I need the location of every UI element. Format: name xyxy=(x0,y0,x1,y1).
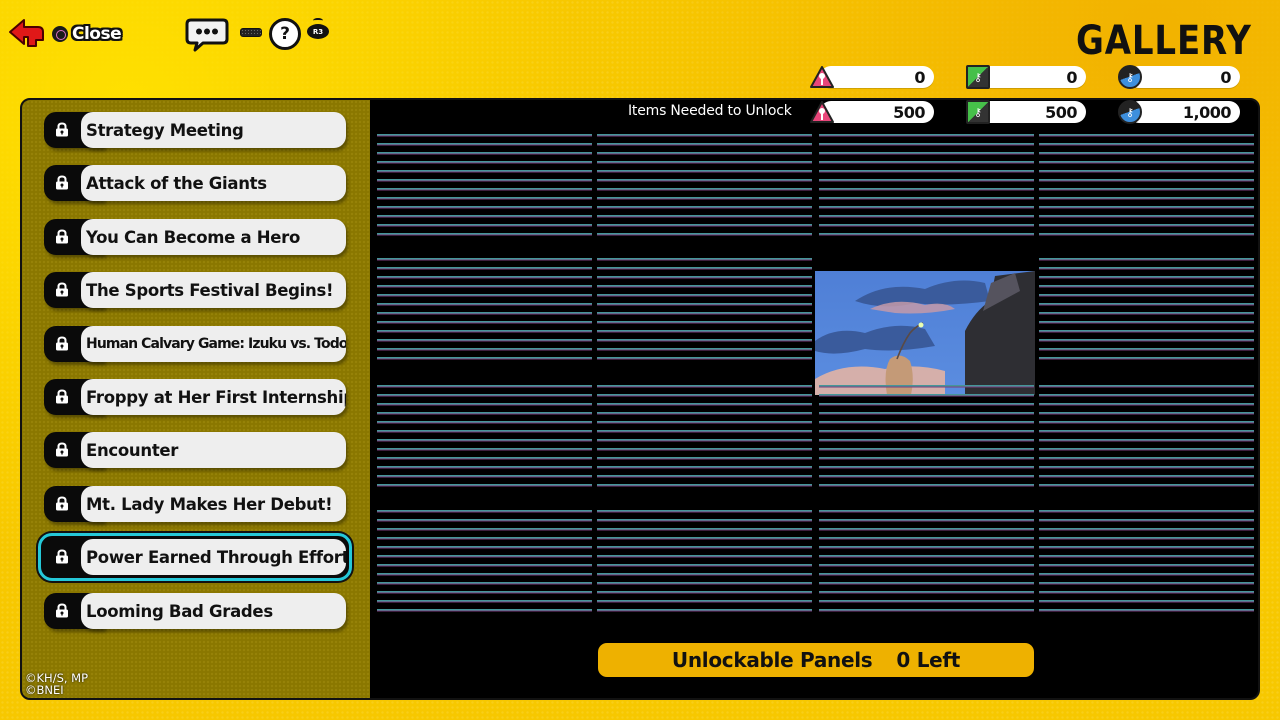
scene-label: Human Calvary Game: Izuku vs. Todoroki xyxy=(81,326,346,362)
scene-item[interactable]: Attack of the Giants xyxy=(44,165,346,201)
scene-item[interactable]: Froppy at Her First Internship xyxy=(44,379,346,415)
scene-list: Strategy Meeting Attack of the Giants You … xyxy=(22,100,370,698)
gallery-panel-locked[interactable] xyxy=(377,130,592,240)
owned-circle-value: 0 xyxy=(1128,66,1240,88)
owned-triangle-value: 0 xyxy=(820,66,934,88)
gallery-panel-locked[interactable] xyxy=(597,130,812,240)
scene-label: Strategy Meeting xyxy=(81,112,346,148)
square-key-icon: ⚷ xyxy=(966,100,990,124)
needed-circle-keys: ⚷ 1,000 xyxy=(1118,100,1240,124)
r3-label: R3 xyxy=(307,24,329,39)
copyright: ©KH/S, MP ©BNEI xyxy=(25,672,88,696)
page-title: GALLERY xyxy=(1076,18,1252,64)
owned-circle-keys: ⚷ 0 xyxy=(1118,65,1240,89)
status-label: Unlockable Panels xyxy=(671,648,873,672)
lock-icon xyxy=(56,122,68,137)
status-value: 0 Left xyxy=(896,648,961,672)
needed-triangle-keys: 500 xyxy=(810,101,934,123)
circle-button-icon xyxy=(52,26,68,42)
scene-label: You Can Become a Hero xyxy=(81,219,346,255)
lock-icon xyxy=(56,442,68,457)
scene-label: Power Earned Through Effort xyxy=(81,539,346,575)
lock-icon xyxy=(56,603,68,618)
scene-label: Mt. Lady Makes Her Debut! xyxy=(81,486,346,522)
back-arrow-icon[interactable] xyxy=(8,18,46,48)
needed-square-keys: ⚷ 500 xyxy=(964,100,1086,124)
help-glyph: ? xyxy=(280,24,290,44)
needed-circle-value: 1,000 xyxy=(1128,101,1240,123)
gallery-panel-locked[interactable] xyxy=(819,130,1034,240)
triangle-key-icon xyxy=(810,66,834,88)
scene-artwork xyxy=(815,271,1035,395)
scene-label: Attack of the Giants xyxy=(81,165,346,201)
help-icon[interactable]: ? xyxy=(269,18,301,50)
gallery-panel-locked[interactable] xyxy=(597,381,812,491)
needed-triangle-value: 500 xyxy=(820,101,934,123)
scene-item[interactable]: Mt. Lady Makes Her Debut! xyxy=(44,486,346,522)
lock-icon xyxy=(56,336,68,351)
gallery-panel-locked[interactable] xyxy=(1039,254,1254,364)
owned-square-value: 0 xyxy=(974,66,1086,88)
scene-label: Looming Bad Grades xyxy=(81,593,346,629)
owned-square-keys: ⚷ 0 xyxy=(964,65,1086,89)
scene-item[interactable]: Encounter xyxy=(44,432,346,468)
scene-item[interactable]: Looming Bad Grades xyxy=(44,593,346,629)
gallery-panel-locked[interactable] xyxy=(819,506,1034,616)
lock-icon xyxy=(56,549,68,564)
gallery-panel-locked[interactable] xyxy=(597,506,812,616)
scene-label: Froppy at Her First Internship xyxy=(81,379,346,415)
circle-key-icon: ⚷ xyxy=(1118,65,1142,89)
lock-icon xyxy=(56,175,68,190)
lock-icon xyxy=(56,496,68,511)
gallery-panel-locked[interactable] xyxy=(1039,130,1254,240)
scene-item[interactable]: Strategy Meeting xyxy=(44,112,346,148)
scene-item[interactable]: You Can Become a Hero xyxy=(44,219,346,255)
gallery-panel-locked[interactable] xyxy=(377,506,592,616)
gallery-panel-unlocked[interactable] xyxy=(815,271,1035,395)
needed-square-value: 500 xyxy=(974,101,1086,123)
copyright-line-2: ©BNEI xyxy=(25,683,64,697)
gallery-panel-locked[interactable] xyxy=(597,254,812,364)
circle-key-icon: ⚷ xyxy=(1118,100,1142,124)
gallery-panel-locked[interactable] xyxy=(819,381,1034,491)
keyboard-icon[interactable] xyxy=(240,28,262,37)
gallery-frame: Strategy Meeting Attack of the Giants You … xyxy=(20,98,1260,700)
scene-item[interactable]: The Sports Festival Begins! xyxy=(44,272,346,308)
scene-item[interactable]: Human Calvary Game: Izuku vs. Todoroki xyxy=(44,326,346,362)
owned-triangle-keys: 0 xyxy=(810,66,934,88)
r3-stick-icon: R3 xyxy=(307,18,329,42)
scene-label: The Sports Festival Begins! xyxy=(81,272,346,308)
r3-stick-top xyxy=(313,18,323,23)
scene-item[interactable]: Power Earned Through Effort xyxy=(38,533,352,581)
square-key-icon: ⚷ xyxy=(966,65,990,89)
close-label: Close xyxy=(72,24,122,44)
triangle-key-icon xyxy=(810,101,834,123)
gallery-panel-locked[interactable] xyxy=(377,254,592,364)
gallery-panel-locked[interactable] xyxy=(1039,506,1254,616)
unlockable-panels-status: Unlockable Panels 0 Left xyxy=(598,643,1034,677)
gallery-panel-locked[interactable] xyxy=(377,381,592,491)
lock-icon xyxy=(56,389,68,404)
lock-icon xyxy=(56,282,68,297)
gallery-panel-locked[interactable] xyxy=(1039,381,1254,491)
items-needed-label: Items Needed to Unlock xyxy=(628,103,792,119)
scene-label: Encounter xyxy=(81,432,346,468)
lock-icon xyxy=(56,229,68,244)
chat-icon[interactable] xyxy=(185,17,229,53)
close-button[interactable]: Close xyxy=(52,24,122,44)
